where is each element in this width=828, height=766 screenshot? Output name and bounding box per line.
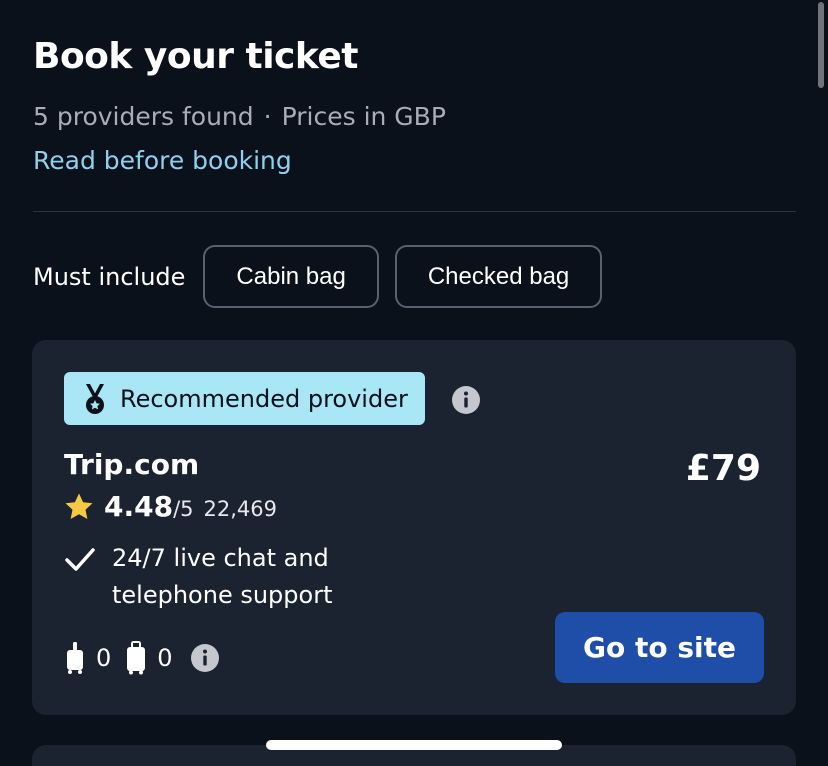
provider-card[interactable]: Recommended provider Trip.com 4.48 /5 22… xyxy=(32,340,796,715)
cabin-bag-chip[interactable]: Cabin bag xyxy=(203,245,379,308)
page-title: Book your ticket xyxy=(33,36,358,77)
feature-text: 24/7 live chat and telephone support xyxy=(112,544,333,609)
must-include-label: Must include xyxy=(33,262,186,291)
results-meta: 5 providers found · Prices in GBP xyxy=(33,102,446,131)
rating-value: 4.48 xyxy=(104,490,174,523)
rating-max: /5 xyxy=(173,497,194,521)
booking-page: Book your ticket 5 providers found · Price… xyxy=(0,0,828,766)
providers-found-text: 5 providers found xyxy=(33,102,254,131)
medal-icon xyxy=(86,383,104,414)
rating-count: 22,469 xyxy=(203,497,278,521)
info-icon[interactable] xyxy=(190,644,219,672)
feature-item: 24/7 live chat and telephone support xyxy=(64,540,372,614)
meta-separator: · xyxy=(263,102,272,131)
cabin-bag-icon xyxy=(67,642,83,674)
cabin-bag-count: 0 xyxy=(96,644,112,672)
bag-allowance: 0 0 xyxy=(64,640,219,676)
scrollbar[interactable] xyxy=(818,2,824,88)
star-icon xyxy=(65,493,93,519)
checked-bag-chip[interactable]: Checked bag xyxy=(394,245,603,308)
recommended-provider-badge: Recommended provider xyxy=(64,372,425,425)
provider-rating: 4.48 /5 22,469 xyxy=(64,490,277,524)
home-indicator[interactable] xyxy=(266,740,562,750)
checked-bag-count: 0 xyxy=(157,644,173,672)
badge-label: Recommended provider xyxy=(120,384,408,413)
info-icon[interactable] xyxy=(452,386,480,414)
checked-bag-icon xyxy=(127,641,146,675)
check-icon xyxy=(65,548,95,571)
read-before-booking-link[interactable]: Read before booking xyxy=(33,146,292,175)
divider xyxy=(33,211,796,212)
provider-name: Trip.com xyxy=(64,448,200,481)
go-to-site-button[interactable]: Go to site xyxy=(555,612,764,683)
prices-currency-text: Prices in GBP xyxy=(281,102,446,131)
price: £79 xyxy=(685,448,761,489)
must-include-filters: Must include Cabin bag Checked bag xyxy=(33,245,618,308)
